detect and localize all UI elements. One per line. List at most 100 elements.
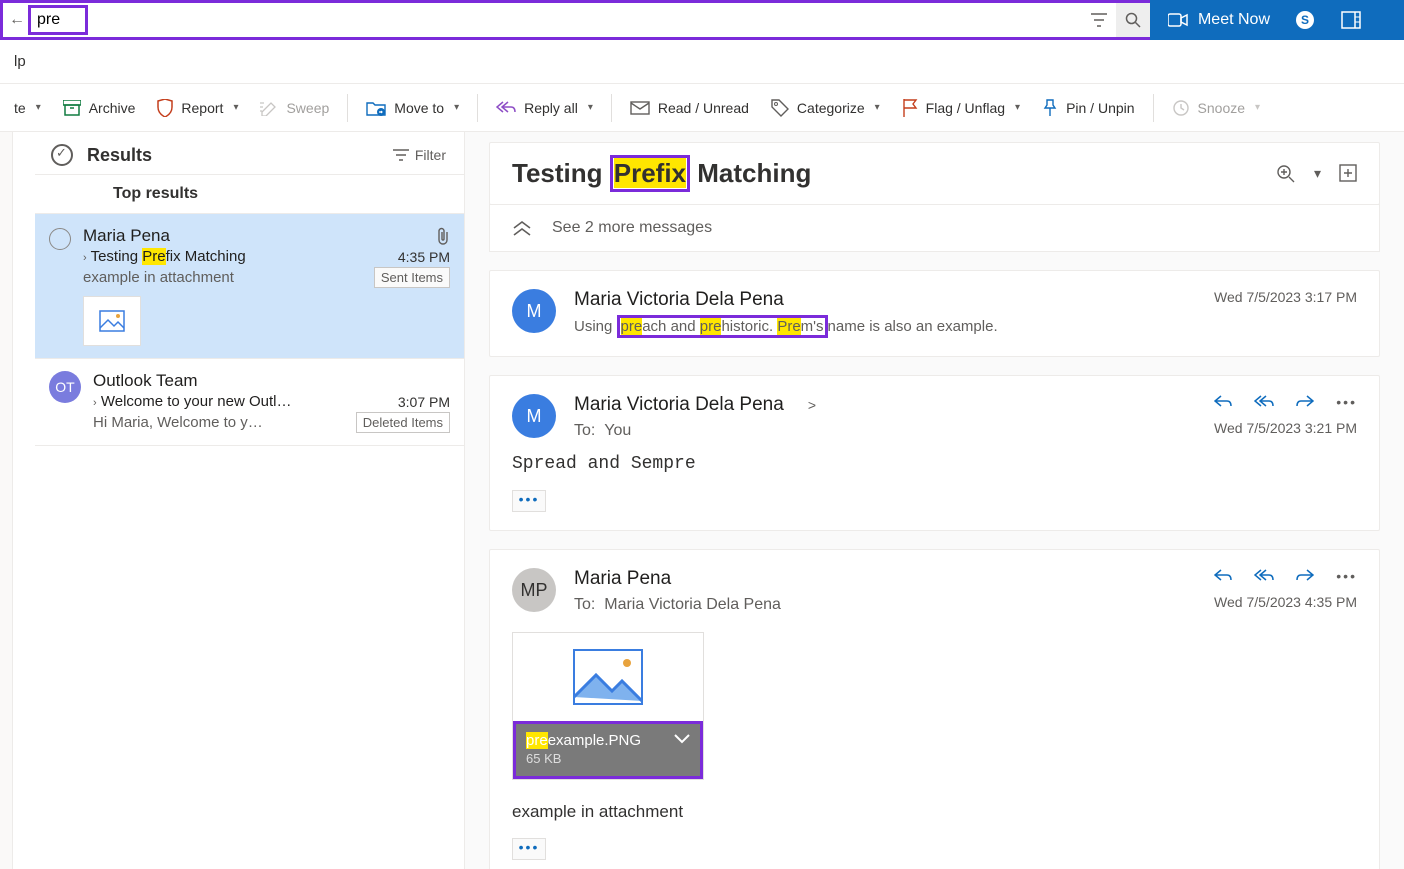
reading-pane: Testing Prefix Matching ▾ See 2 more mes… [465,132,1404,869]
sender-avatar: M [512,289,556,333]
reply-icon[interactable] [1214,569,1232,583]
flag-icon [902,99,918,117]
chevron-double-up-icon [512,220,532,236]
folder-badge: Sent Items [374,267,450,288]
onenote-icon[interactable] [1340,9,1362,31]
top-search-bar: ← Meet Now S [0,0,1404,40]
search-button[interactable] [1116,3,1150,37]
chevron-down-icon: ▾ [1255,102,1260,113]
shield-icon [157,99,173,117]
message-card: M Maria Victoria Dela Pena > To: You [489,375,1380,531]
reply-all-icon [496,101,516,115]
results-header: Results Filter [35,132,464,174]
archive-button[interactable]: Archive [53,94,146,122]
separator [1153,94,1154,122]
chevron-down-icon: ▾ [1015,102,1020,113]
open-in-new-window-icon[interactable] [1339,164,1357,184]
message-body: example in attachment [512,802,1357,822]
message-snippet: Using preach and prehistoric. Prem's nam… [574,315,1196,338]
meet-now-button[interactable]: Meet Now [1168,11,1270,29]
mail-item[interactable]: Maria Pena › Testing Prefix Matching 4:3… [35,214,464,359]
chevron-down-icon: ▾ [233,102,238,113]
search-input[interactable] [37,11,79,29]
snooze-button: Snooze▾ [1162,93,1271,123]
search-filter-icon[interactable] [1082,3,1116,37]
mail-subject: › Welcome to your new Outl… [93,393,291,410]
reply-icon[interactable] [1214,395,1232,409]
back-arrow-icon[interactable]: ← [3,11,31,29]
show-trimmed-button[interactable]: ••• [512,490,546,512]
results-title: Results [87,145,379,166]
message-date: Wed 7/5/2023 3:17 PM [1214,289,1357,338]
message-card: MP Maria Pena To: Maria Victoria Dela Pe… [489,549,1380,869]
sweep-icon [260,100,278,116]
delete-button[interactable]: te▾ [4,94,51,122]
more-actions-icon[interactable]: ••• [1336,394,1357,410]
svg-text:S: S [1301,13,1309,27]
select-checkbox[interactable] [49,228,71,250]
zoom-button[interactable] [1276,164,1296,184]
message-to: To: You [574,422,1196,440]
sender-name: Maria Pena [83,226,170,246]
sweep-button: Sweep [250,94,339,122]
envelope-icon [630,101,650,115]
more-actions-icon[interactable]: ••• [1336,568,1357,584]
message-card-collapsed[interactable]: M Maria Victoria Dela Pena Using preach … [489,270,1380,357]
folder-badge: Deleted Items [356,412,450,433]
attachment-info-bar: preexample.PNG 65 KB [513,721,703,779]
forward-icon[interactable] [1296,395,1314,409]
see-more-messages-button[interactable]: See 2 more messages [489,204,1380,252]
sender-avatar: M [512,394,556,438]
attachment-size: 65 KB [526,751,690,766]
pin-unpin-button[interactable]: Pin / Unpin [1032,93,1144,123]
chevron-down-icon: ▾ [588,102,593,113]
main-area: Results Filter Top results Maria Pena › [0,132,1404,869]
tag-icon [771,99,789,117]
report-button[interactable]: Report▾ [147,93,248,123]
skype-icon[interactable]: S [1294,9,1316,31]
message-date: Wed 7/5/2023 4:35 PM [1214,594,1357,610]
video-icon [1168,13,1188,27]
chevron-right-icon: › [93,397,97,409]
attachment-chevron-icon[interactable] [674,734,690,744]
attachment-preview [513,633,703,721]
mail-time: 3:07 PM [398,394,450,410]
reply-all-icon[interactable] [1254,569,1274,583]
pin-icon [1042,99,1058,117]
forward-icon[interactable] [1296,569,1314,583]
mail-time: 4:35 PM [398,249,450,265]
help-tab-partial[interactable]: lp [8,49,32,74]
filter-button[interactable]: Filter [393,147,446,163]
mail-subject: › Testing Prefix Matching [83,248,246,265]
expand-recipients-icon[interactable]: > [808,397,816,413]
attachment-icon [436,227,450,245]
folder-pane-collapsed[interactable] [0,132,13,869]
search-box[interactable] [28,5,88,35]
flag-unflag-button[interactable]: Flag / Unflag▾ [892,93,1030,123]
categorize-button[interactable]: Categorize▾ [761,93,890,123]
sender-name: Outlook Team [93,371,198,391]
clock-icon [1172,99,1190,117]
separator [347,94,348,122]
mail-item[interactable]: OT Outlook Team › Welcome to your new Ou… [35,359,464,446]
attachment-card[interactable]: preexample.PNG 65 KB [512,632,704,780]
message-from: Maria Victoria Dela Pena [574,394,784,416]
message-subject: Testing Prefix Matching [512,155,811,192]
mail-preview: Hi Maria, Welcome to y… [93,414,263,431]
move-to-button[interactable]: Move to▾ [356,94,469,122]
chevron-down-icon: ▾ [875,102,880,113]
read-unread-button[interactable]: Read / Unread [620,94,759,122]
reply-all-icon[interactable] [1254,395,1274,409]
show-trimmed-button[interactable]: ••• [512,838,546,860]
chevron-right-icon: › [83,252,87,264]
sender-avatar: MP [512,568,556,612]
separator [477,94,478,122]
select-all-checkbox[interactable] [51,144,73,166]
sender-avatar: OT [49,371,81,403]
chevron-down-icon: ▾ [36,102,41,113]
archive-icon [63,100,81,116]
attachment-thumbnail[interactable] [83,296,141,346]
reply-all-button[interactable]: Reply all▾ [486,94,603,122]
chevron-down-icon[interactable]: ▾ [1314,165,1321,182]
message-from: Maria Pena [574,568,1196,590]
